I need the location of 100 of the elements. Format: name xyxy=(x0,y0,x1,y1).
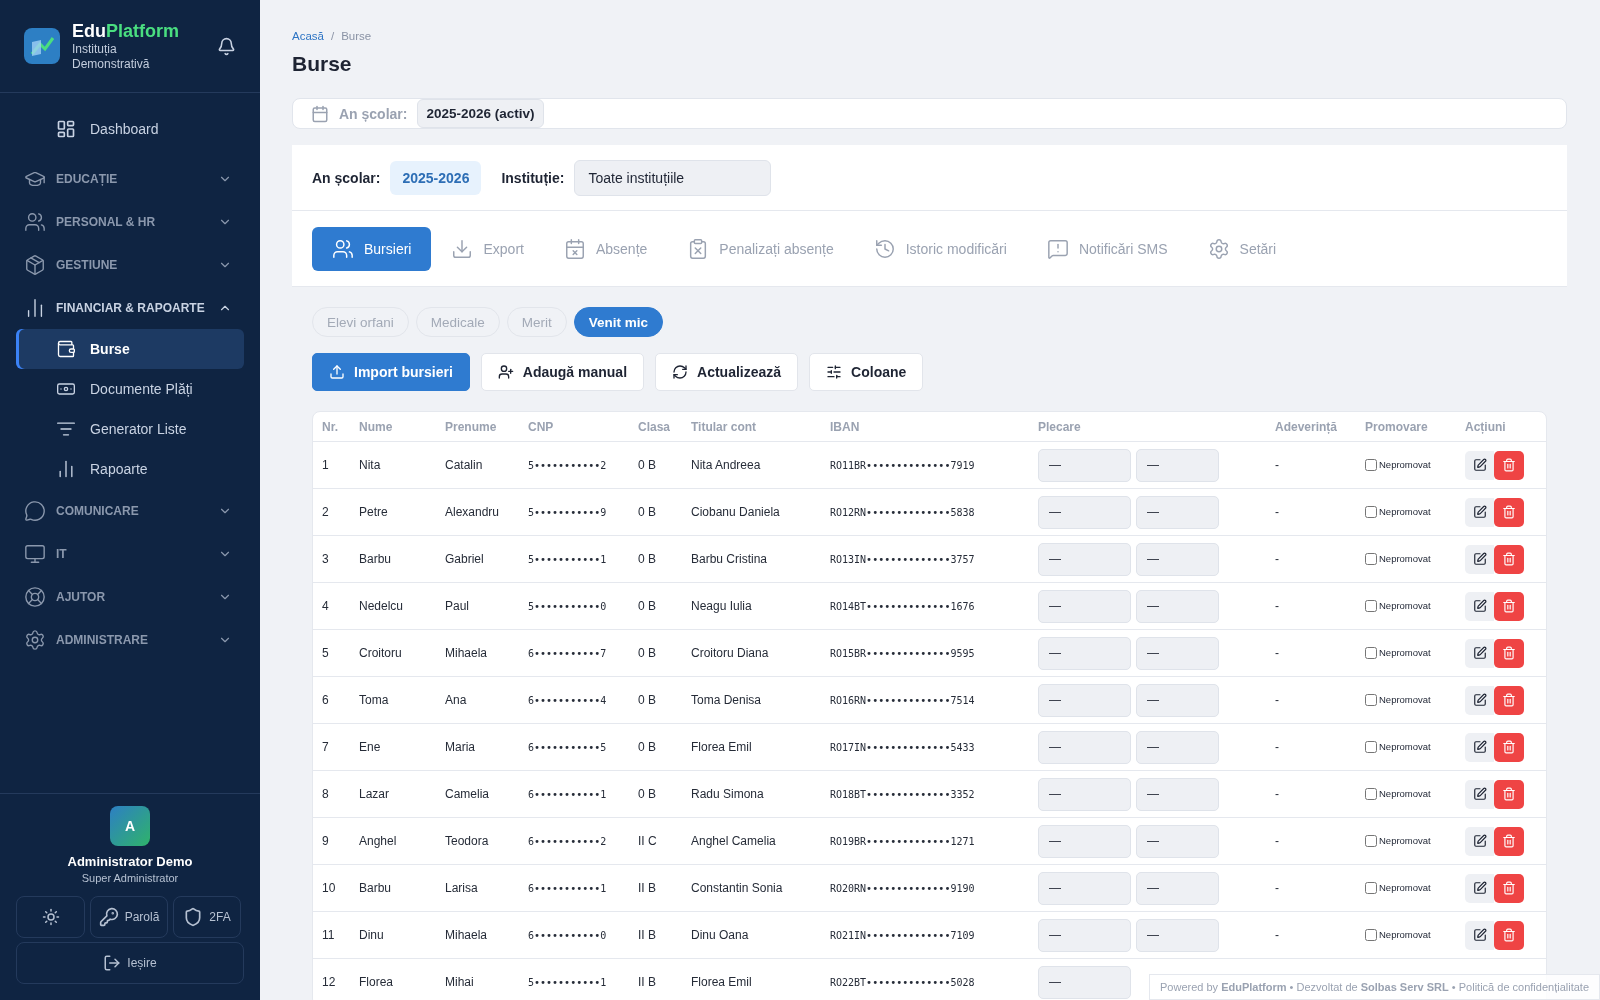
action-button[interactable]: Adaugă manual xyxy=(480,353,645,391)
edit-button[interactable] xyxy=(1465,638,1494,668)
edit-button[interactable] xyxy=(1465,732,1494,762)
departure-field[interactable]: — xyxy=(1038,636,1131,670)
table-cell-text: 1 xyxy=(322,458,330,472)
breadcrumb-link[interactable]: Acasă xyxy=(292,30,324,42)
password-button[interactable]: Parolă xyxy=(90,896,168,938)
sidebar-section[interactable]: ADMINISTRARE xyxy=(16,618,244,661)
promotion-checkbox[interactable] xyxy=(1365,600,1377,612)
logout-button[interactable]: Ieșire xyxy=(16,942,244,984)
action-button[interactable]: Actualizează xyxy=(655,353,799,391)
departure-field[interactable]: — xyxy=(1038,448,1131,482)
promotion-checkbox[interactable] xyxy=(1365,788,1377,800)
sidebar-section[interactable]: IT xyxy=(16,532,244,575)
promotion-checkbox[interactable] xyxy=(1365,459,1377,471)
institution-select[interactable]: Toate instituțiile xyxy=(574,159,772,196)
delete-button[interactable] xyxy=(1494,732,1524,762)
bell-icon[interactable] xyxy=(217,36,236,56)
edit-button[interactable] xyxy=(1465,591,1494,621)
edit-button[interactable] xyxy=(1465,685,1494,715)
sidebar-item[interactable]: Rapoarte xyxy=(16,449,244,489)
promotion-checkbox[interactable] xyxy=(1365,647,1377,659)
school-year-chip[interactable]: 2025-2026 (activ) xyxy=(417,99,544,128)
delete-button[interactable] xyxy=(1494,544,1524,574)
departure-field[interactable]: — xyxy=(1136,542,1219,576)
edit-button[interactable] xyxy=(1465,450,1494,480)
promotion-checkbox[interactable] xyxy=(1365,882,1377,894)
sidebar-section[interactable]: EDUCAȚIE xyxy=(16,157,244,200)
promotion-checkbox[interactable] xyxy=(1365,506,1377,518)
column-header: Promovare xyxy=(1365,419,1429,434)
departure-field[interactable]: — xyxy=(1136,636,1219,670)
departure-field[interactable]: — xyxy=(1136,824,1219,858)
action-button[interactable]: Coloane xyxy=(809,353,924,391)
table-cell-text: Croitoru Diana xyxy=(691,646,770,660)
edit-button[interactable] xyxy=(1465,920,1494,950)
promotion-checkbox[interactable] xyxy=(1365,929,1377,941)
delete-button[interactable] xyxy=(1494,497,1524,527)
edit-button[interactable] xyxy=(1465,826,1494,856)
departure-field[interactable]: — xyxy=(1136,777,1219,811)
departure-field[interactable]: — xyxy=(1038,777,1131,811)
sidebar-item[interactable]: Documente Plăți xyxy=(16,369,244,409)
delete-button[interactable] xyxy=(1494,826,1524,856)
edit-button[interactable] xyxy=(1465,497,1494,527)
delete-button[interactable] xyxy=(1494,920,1524,950)
delete-button[interactable] xyxy=(1494,591,1524,621)
table-cell-text: Radu Simona xyxy=(691,787,765,801)
departure-field[interactable]: — xyxy=(1038,542,1131,576)
action-button[interactable]: Import bursieri xyxy=(312,353,470,391)
table-cell-text: - xyxy=(1275,599,1280,613)
departure-field[interactable]: — xyxy=(1038,683,1131,717)
theme-button[interactable] xyxy=(16,896,85,938)
table-cell-text: 6 xyxy=(322,693,330,707)
sidebar-item[interactable]: Generator Liste xyxy=(16,409,244,449)
page-title: Burse xyxy=(292,52,353,76)
table-cell-text: RO21IN••••••••••••••7109 xyxy=(830,929,976,941)
sidebar-section[interactable]: PERSONAL & HR xyxy=(16,200,244,243)
departure-field[interactable]: — xyxy=(1038,589,1131,623)
departure-field[interactable]: — xyxy=(1136,730,1219,764)
promotion-checkbox[interactable] xyxy=(1365,694,1377,706)
delete-button[interactable] xyxy=(1494,638,1524,668)
table-cell-text: 12 xyxy=(322,975,337,989)
sidebar-item[interactable]: Dashboard xyxy=(16,109,244,149)
category-pill[interactable]: Venit mic xyxy=(573,307,664,337)
school-year-chip[interactable]: 2025-2026 xyxy=(390,160,482,195)
sidebar-section[interactable]: AJUTOR xyxy=(16,575,244,618)
tab[interactable]: Bursieri xyxy=(312,226,432,271)
departure-field[interactable]: — xyxy=(1038,918,1131,952)
sidebar-section[interactable]: COMUNICARE xyxy=(16,489,244,532)
promotion-checkbox[interactable] xyxy=(1365,741,1377,753)
table-cell-text: RO12RN••••••••••••••5838 xyxy=(830,506,976,518)
departure-field[interactable]: — xyxy=(1136,448,1219,482)
table-cell-text: Camelia xyxy=(445,787,490,801)
departure-field[interactable]: — xyxy=(1038,495,1131,529)
promotion-label: Nepromovat xyxy=(1379,694,1431,705)
sidebar-section[interactable]: FINANCIAR & RAPOARTE xyxy=(16,286,244,329)
departure-field[interactable]: — xyxy=(1136,589,1219,623)
edit-button[interactable] xyxy=(1465,544,1494,574)
departure-field[interactable]: — xyxy=(1136,871,1219,905)
sidebar-item[interactable]: Burse xyxy=(16,329,244,369)
delete-button[interactable] xyxy=(1494,685,1524,715)
table-cell-text: Barbu xyxy=(359,881,393,895)
departure-field[interactable]: — xyxy=(1136,683,1219,717)
sidebar-section[interactable]: GESTIUNE xyxy=(16,243,244,286)
table-cell-text: Catalin xyxy=(445,458,484,472)
table-cell-text: RO11BR••••••••••••••7919 xyxy=(830,459,976,471)
departure-field[interactable]: — xyxy=(1038,824,1131,858)
departure-field[interactable]: — xyxy=(1136,495,1219,529)
promotion-checkbox[interactable] xyxy=(1365,835,1377,847)
promotion-checkbox[interactable] xyxy=(1365,553,1377,565)
departure-field[interactable]: — xyxy=(1038,965,1131,999)
edit-button[interactable] xyxy=(1465,873,1494,903)
two-factor-button[interactable]: 2FA xyxy=(173,896,241,938)
table-cell-text: 6•••••••••••5 xyxy=(528,741,608,753)
delete-button[interactable] xyxy=(1494,450,1524,480)
delete-button[interactable] xyxy=(1494,779,1524,809)
delete-button[interactable] xyxy=(1494,873,1524,903)
departure-field[interactable]: — xyxy=(1038,730,1131,764)
departure-field[interactable]: — xyxy=(1038,871,1131,905)
departure-field[interactable]: — xyxy=(1136,918,1219,952)
edit-button[interactable] xyxy=(1465,779,1494,809)
